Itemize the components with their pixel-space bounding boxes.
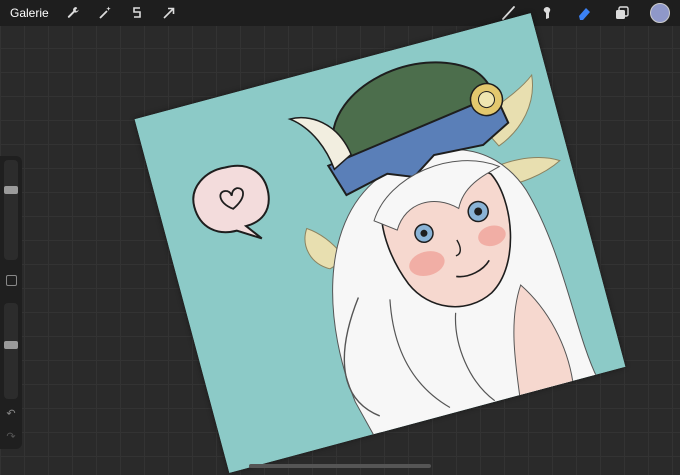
brush-size-thumb[interactable] [4,185,18,194]
top-toolbar: Galerie [0,0,680,26]
wrench-icon[interactable] [63,3,83,23]
artwork-illustration [134,13,626,473]
layers-icon[interactable] [612,3,632,23]
gallery-button[interactable]: Galerie [10,6,49,20]
selection-icon[interactable] [127,3,147,23]
artwork-canvas[interactable] [134,13,626,473]
color-swatch[interactable] [650,3,670,23]
opacity-slider[interactable] [4,303,18,399]
opacity-thumb[interactable] [4,340,18,349]
home-indicator [249,464,431,468]
undo-icon[interactable]: ↶ [5,408,17,420]
eraser-icon[interactable] [574,3,594,23]
redo-icon[interactable]: ↷ [5,431,17,443]
brush-size-slider[interactable] [4,160,18,260]
smudge-icon[interactable] [536,3,556,23]
left-sidebar: ↶ ↷ [0,156,22,449]
magic-wand-icon[interactable] [95,3,115,23]
modify-button[interactable] [6,275,17,286]
transform-arrow-icon[interactable] [159,3,179,23]
